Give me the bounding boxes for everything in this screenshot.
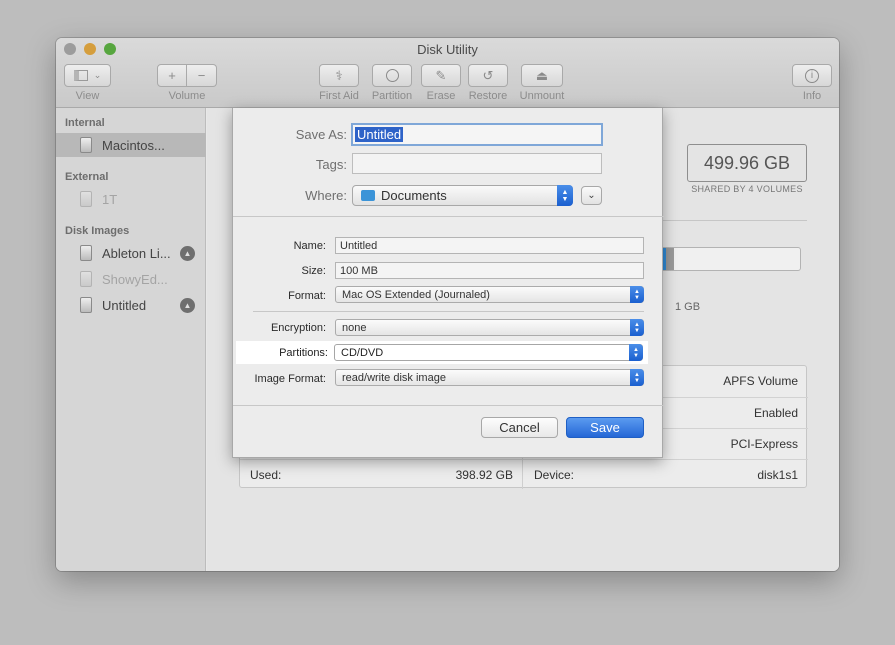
- info-left-label: Used:: [250, 468, 282, 482]
- save-as-label: Save As:: [295, 127, 347, 142]
- eject-icon[interactable]: ▲: [180, 298, 195, 313]
- info-right-value: Enabled: [753, 406, 798, 420]
- info-right-value: APFS Volume: [723, 374, 798, 388]
- sheet-divider: [233, 216, 664, 217]
- info-right-label: Device:: [534, 468, 575, 482]
- first-aid-label: First Aid: [319, 90, 359, 102]
- add-volume-button[interactable]: +: [157, 64, 187, 87]
- encryption-value: none: [342, 321, 367, 334]
- erase-button[interactable]: ✎: [421, 64, 461, 87]
- folder-icon: [361, 190, 375, 201]
- sidebar-item-ableton[interactable]: Ableton Li... ▲: [56, 241, 206, 265]
- chevron-down-icon: ⌄: [93, 70, 102, 80]
- encryption-popup[interactable]: none ▲ ▼: [335, 319, 644, 336]
- info-right-value: PCI-Express: [730, 437, 798, 451]
- save-as-field[interactable]: Untitled: [351, 123, 603, 146]
- usage-legend-fragment: 1 GB: [675, 301, 701, 313]
- partition-button[interactable]: [372, 64, 412, 87]
- buttons-divider: [233, 405, 664, 406]
- sidebar-item-label: 1T: [102, 191, 118, 207]
- sidebar-icon: [73, 70, 88, 81]
- unmount-button[interactable]: ⏏: [521, 64, 563, 87]
- save-dialog: Save As: Untitled Tags: Where: Documents…: [232, 108, 664, 458]
- stethoscope-icon: ⚕: [335, 67, 343, 83]
- save-button[interactable]: Save: [566, 417, 644, 438]
- tags-label: Tags:: [315, 157, 347, 172]
- cancel-button[interactable]: Cancel: [481, 417, 558, 438]
- tags-field[interactable]: [352, 153, 602, 174]
- size-label: Size:: [301, 265, 326, 277]
- expand-browser-button[interactable]: ⌄: [581, 186, 602, 205]
- view-button[interactable]: ⌄: [64, 64, 111, 87]
- format-popup[interactable]: Mac OS Extended (Journaled) ▲ ▼: [335, 286, 644, 303]
- external-disk-icon: [80, 191, 92, 207]
- sidebar-item-macintosh-hd[interactable]: Macintos...: [56, 133, 206, 157]
- sidebar-header-external: External: [65, 171, 109, 183]
- sidebar-item-label: Ableton Li...: [102, 245, 171, 261]
- window-title: Disk Utility: [417, 42, 478, 57]
- restore-button[interactable]: ↺: [468, 64, 508, 87]
- where-popup[interactable]: Documents ▲ ▼: [352, 185, 573, 206]
- disk-image-icon: [80, 297, 92, 313]
- updown-chevron-icon: ▲ ▼: [630, 319, 644, 336]
- encryption-label: Encryption:: [270, 322, 326, 334]
- eject-icon[interactable]: ▲: [180, 246, 195, 261]
- restore-label: Restore: [468, 90, 508, 102]
- info-right-value: disk1s1: [757, 468, 798, 482]
- info-row: Used: 398.92 GB Device: disk1s1: [240, 459, 808, 490]
- updown-chevron-icon: ▲ ▼: [630, 286, 644, 303]
- updown-chevron-icon: ▲ ▼: [557, 185, 573, 206]
- usage-bar-other: [666, 248, 674, 270]
- sidebar: Internal Macintos... External 1T Disk Im…: [56, 108, 206, 571]
- volume-label: Volume: [168, 90, 206, 102]
- format-label: Format:: [288, 290, 326, 302]
- sidebar-item-1t[interactable]: 1T: [56, 187, 206, 211]
- partitions-value: CD/DVD: [341, 346, 384, 359]
- updown-chevron-icon: ▲ ▼: [629, 344, 643, 361]
- chevron-down-icon: ⌄: [587, 190, 596, 201]
- capacity-value: 499.96 GB: [687, 144, 807, 182]
- size-field[interactable]: 100 MB: [335, 262, 644, 279]
- name-label: Name:: [293, 240, 326, 252]
- restore-arrow-icon: ↺: [482, 67, 494, 83]
- title-bar: Disk Utility ⌄ View + − Volume ⚕ First A…: [56, 38, 839, 108]
- name-field[interactable]: Untitled: [335, 237, 644, 254]
- sidebar-item-label: Macintos...: [102, 137, 165, 153]
- disk-image-icon: [80, 271, 92, 287]
- sidebar-header-internal: Internal: [65, 117, 105, 129]
- internal-disk-icon: [80, 137, 92, 153]
- sidebar-header-disk-images: Disk Images: [65, 225, 130, 237]
- first-aid-button[interactable]: ⚕: [319, 64, 359, 87]
- disk-image-icon: [80, 245, 92, 261]
- section-divider: [253, 311, 644, 312]
- where-value: Documents: [381, 188, 447, 203]
- unmount-label: Unmount: [519, 90, 565, 102]
- updown-chevron-icon: ▲ ▼: [630, 369, 644, 386]
- sidebar-item-label: Untitled: [102, 297, 147, 313]
- remove-volume-button[interactable]: −: [187, 64, 217, 87]
- format-value: Mac OS Extended (Journaled): [342, 288, 490, 301]
- partitions-label: Partitions:: [279, 346, 328, 359]
- eraser-icon: ✎: [435, 67, 447, 83]
- sidebar-item-showyed[interactable]: ShowyEd...: [56, 267, 206, 291]
- pie-icon: [385, 69, 399, 82]
- save-as-value: Untitled: [355, 127, 404, 142]
- info-label: Info: [802, 90, 822, 102]
- view-label: View: [75, 90, 100, 102]
- info-icon: i: [805, 68, 819, 83]
- info-button[interactable]: i: [792, 64, 832, 87]
- shared-by-text: SHARED BY 4 VOLUMES: [691, 184, 803, 194]
- image-format-value: read/write disk image: [342, 371, 446, 384]
- partitions-popup[interactable]: CD/DVD ▲ ▼: [334, 344, 643, 361]
- unmount-icon: ⏏: [535, 67, 549, 83]
- sidebar-item-untitled[interactable]: Untitled ▲: [56, 293, 206, 317]
- sidebar-item-label: ShowyEd...: [102, 271, 168, 287]
- where-label: Where:: [305, 188, 347, 203]
- image-format-popup[interactable]: read/write disk image ▲ ▼: [335, 369, 644, 386]
- info-left-value: 398.92 GB: [455, 468, 513, 482]
- image-format-label: Image Format:: [254, 373, 326, 385]
